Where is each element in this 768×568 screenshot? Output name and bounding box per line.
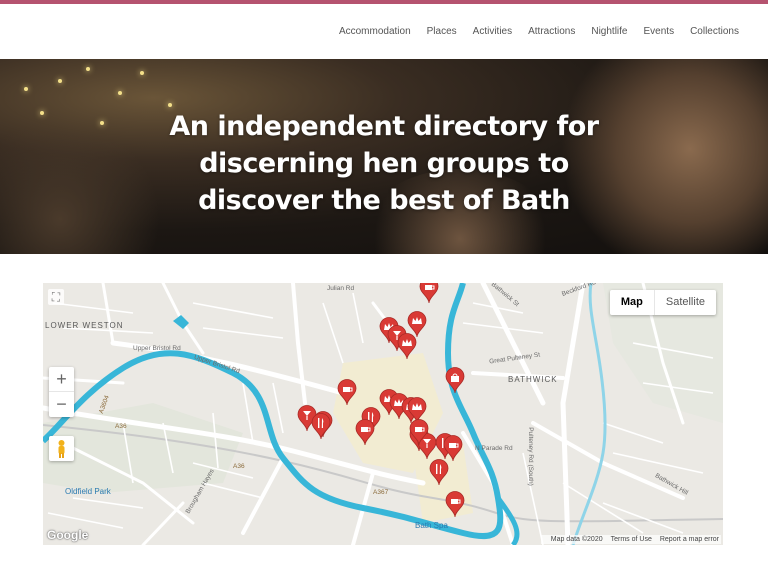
zoom-control: + − xyxy=(49,367,74,417)
map-label-a36: A36 xyxy=(115,423,127,430)
terms-of-use-link[interactable]: Terms of Use xyxy=(611,536,652,543)
map-data-text: Map data ©2020 xyxy=(550,536,603,543)
map-marker-cup[interactable] xyxy=(445,491,465,518)
nav-item-accommodation[interactable]: Accommodation xyxy=(339,26,411,37)
fairy-light xyxy=(140,71,144,75)
map-label-julian-rd: Julian Rd xyxy=(327,285,355,292)
map-label-bath-spa: Bath Spa xyxy=(415,521,448,530)
hero-heading-line: An independent directory for xyxy=(169,111,599,142)
fairy-light xyxy=(168,103,172,107)
street-view-pegman-icon[interactable] xyxy=(49,436,74,461)
nav-item-events[interactable]: Events xyxy=(644,26,675,37)
map-marker-cup[interactable] xyxy=(443,435,463,462)
map-label-bathwick: BATHWICK xyxy=(508,375,558,384)
map-marker-cutlery[interactable] xyxy=(311,413,331,440)
nav-item-activities[interactable]: Activities xyxy=(473,26,512,37)
hero-banner: An independent directory for discerning … xyxy=(0,59,768,254)
map-marker-cup[interactable] xyxy=(419,283,439,304)
map-marker-crown[interactable] xyxy=(397,333,417,360)
map-label-a36: A36 xyxy=(233,463,245,470)
zoom-out-button[interactable]: − xyxy=(49,392,74,417)
map-label-oldfield-park: Oldfield Park xyxy=(65,487,111,496)
map-label-lower-weston: LOWER WESTON xyxy=(45,321,124,330)
hero-heading: An independent directory for discerning … xyxy=(0,108,768,219)
fairy-light xyxy=(118,91,122,95)
zoom-in-button[interactable]: + xyxy=(49,367,74,392)
google-map[interactable]: LOWER WESTON BATHWICK Oldfield Park Bath… xyxy=(43,283,723,545)
fairy-light xyxy=(24,87,28,91)
map-type-control: Map Satellite xyxy=(609,290,716,315)
map-marker-cup[interactable] xyxy=(337,379,357,406)
nav-item-collections[interactable]: Collections xyxy=(690,26,739,37)
fairy-light xyxy=(58,79,62,83)
nav-item-nightlife[interactable]: Nightlife xyxy=(591,26,627,37)
map-marker-cup[interactable] xyxy=(355,419,375,446)
map-attribution: Map data ©2020 Terms of Use Report a map… xyxy=(540,535,721,544)
map-type-satellite-button[interactable]: Satellite xyxy=(655,290,716,315)
hero-heading-line: discerning hen groups to xyxy=(199,148,569,179)
main-nav: Accommodation Places Activities Attracti… xyxy=(0,4,768,59)
map-label-upper-bristol-rd: Upper Bristol Rd xyxy=(133,345,181,352)
map-label-a367: A367 xyxy=(373,489,389,496)
map-marker-cup[interactable] xyxy=(409,419,429,446)
fullscreen-icon[interactable]: ⛶ xyxy=(48,289,64,305)
fairy-light xyxy=(86,67,90,71)
nav-item-places[interactable]: Places xyxy=(427,26,457,37)
nav-item-attractions[interactable]: Attractions xyxy=(528,26,575,37)
map-marker-shop[interactable] xyxy=(445,367,465,394)
map-label-pulteney-rd: Pulteney Rd (South) xyxy=(526,427,534,486)
hero-heading-line: discover the best of Bath xyxy=(198,185,570,216)
report-map-error-link[interactable]: Report a map error xyxy=(660,536,719,543)
map-type-map-button[interactable]: Map xyxy=(610,290,655,315)
map-marker-cutlery[interactable] xyxy=(429,459,449,486)
map-label-n-parade-rd: N Parade Rd xyxy=(475,445,513,452)
google-logo: Google xyxy=(47,528,89,542)
